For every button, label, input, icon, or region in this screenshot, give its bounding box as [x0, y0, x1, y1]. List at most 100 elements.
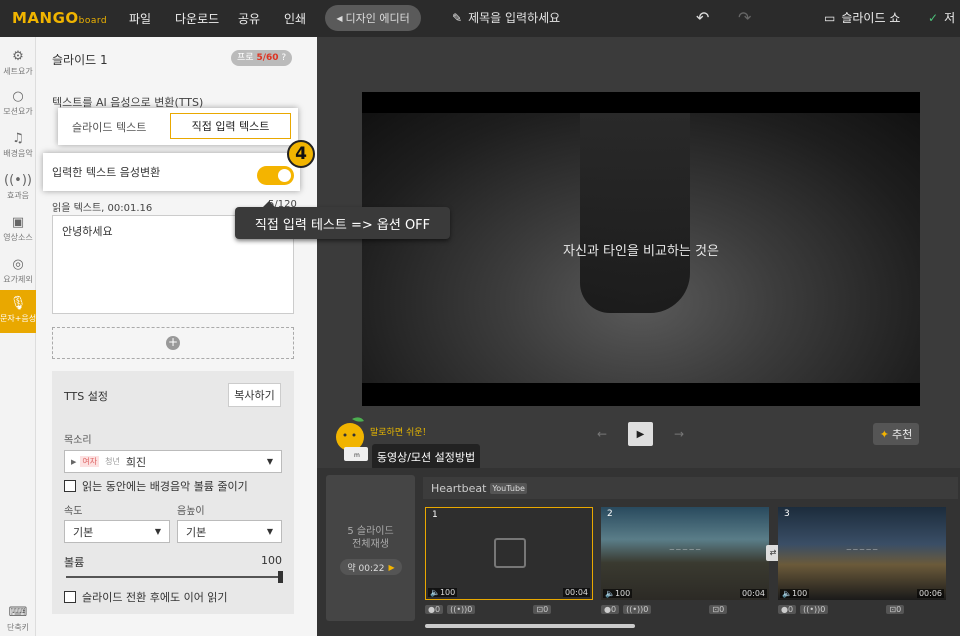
sidebar-label: 효과음 — [6, 191, 30, 200]
tts-indicator[interactable]: ((•))0 — [800, 605, 829, 614]
play-icon: ▶ — [388, 562, 395, 572]
mascot-caption: 말로하면 쉬운! — [370, 428, 427, 438]
motion-guide-button[interactable]: 동영상/모션 설정방법 — [372, 444, 480, 470]
pencil-icon: ✎ — [452, 10, 463, 25]
slideshow-button[interactable]: ▭ 슬라이드 쇼 — [824, 9, 900, 26]
tts-count: 0 — [820, 605, 826, 614]
sidebar-item-bgm[interactable]: ♫ 배경음악 — [0, 125, 36, 165]
tab-slide-text[interactable]: 슬라이드 텍스트 — [72, 119, 146, 135]
sidebar-item-exclude[interactable]: ◎ 요가제외 — [0, 251, 36, 291]
slide-controls: ●0 ((•))0 ⊡0 — [601, 605, 728, 614]
sidebar-item-text-voice[interactable]: 🎙 문자+음성 — [0, 290, 36, 333]
caret-down-icon: ▼ — [266, 527, 273, 536]
voice-tag-age: 청년 — [105, 457, 120, 466]
sidebar-item-video[interactable]: ▣ 영상소스 — [0, 209, 36, 249]
annotation-tooltip: 직접 입력 테스트 => 옵션 OFF — [235, 201, 450, 239]
thumbnail-subtitle: — — — — — — [669, 547, 701, 553]
volume-slider-track[interactable] — [66, 576, 280, 578]
sidebar-item-shortcuts[interactable]: ⌨ 단축키 — [0, 599, 36, 636]
design-editor-button[interactable]: ◀ 디자인 에디터 — [325, 5, 421, 31]
continue-reading-label: 슬라이드 전환 후에도 이어 읽기 — [82, 591, 228, 604]
tts-indicator[interactable]: ((•))0 — [623, 605, 652, 614]
sidebar-item-sfx[interactable]: ((•)) 효과음 — [0, 167, 36, 207]
play-all-count: 5 슬라이드 — [347, 526, 394, 537]
gear-icon: ⚙ — [12, 49, 24, 64]
tab-direct-text[interactable]: 직접 입력 텍스트 — [170, 113, 291, 139]
play-all-text: 5 슬라이드전체재생 — [326, 525, 415, 551]
icon-sidebar: ⚙ 세트요가 ○ 모션요가 ♫ 배경음악 ((•)) 효과음 ▣ 영상소스 ◎ 요가제외 🎙… — [0, 37, 36, 636]
save-label: 저 — [944, 11, 956, 25]
menu-file[interactable]: 파일 — [129, 10, 151, 27]
voice-tag-female: 여자 — [80, 456, 100, 467]
play-button[interactable]: ▶ — [628, 422, 653, 446]
sidebar-label: 배경음악 — [3, 149, 33, 158]
copy-button[interactable]: 복사하기 — [228, 383, 281, 407]
save-button[interactable]: ✓ 저 — [928, 9, 955, 26]
logo-sub: board — [78, 16, 108, 26]
menu-download[interactable]: 다운로드 — [175, 10, 219, 27]
voice-label: 목소리 — [64, 435, 92, 446]
slide-controls: ●0 ((•))0 ⊡0 — [425, 605, 552, 614]
add-text-button[interactable]: + — [52, 327, 294, 359]
next-arrow-icon[interactable]: → — [674, 427, 684, 441]
help-icon[interactable]: ? — [281, 53, 286, 63]
slide-thumbnail[interactable]: 1 🔈100 00:04 — [425, 507, 593, 600]
timeline-scrollbar[interactable] — [425, 624, 635, 628]
undo-icon[interactable]: ↶ — [696, 8, 709, 27]
effect-toggle[interactable]: ●0 — [778, 605, 797, 614]
menu-print[interactable]: 인쇄 — [284, 10, 306, 27]
speed-select[interactable]: 기본 ▼ — [64, 520, 170, 543]
slide-volume[interactable]: 🔈100 — [428, 588, 458, 597]
slide-thumbnail[interactable]: 2 — — — — — 🔈100 00:04 — [601, 507, 769, 600]
continue-reading-checkbox[interactable]: 슬라이드 전환 후에도 이어 읽기 — [64, 589, 228, 605]
play-icon[interactable]: ▶ — [71, 458, 76, 466]
transition-count: 0 — [719, 605, 725, 614]
tts-indicator[interactable]: ((•))0 — [447, 605, 476, 614]
pitch-select[interactable]: 기본 ▼ — [177, 520, 282, 543]
transition-count: 0 — [543, 605, 549, 614]
effect-toggle[interactable]: ●0 — [601, 605, 620, 614]
slide-number: 3 — [784, 509, 790, 519]
tts-count: 0 — [467, 605, 473, 614]
effect-toggle[interactable]: ●0 — [425, 605, 444, 614]
slide-volume[interactable]: 🔈100 — [603, 589, 633, 598]
prev-arrow-icon[interactable]: ← — [597, 427, 607, 441]
slide-thumbnail[interactable]: 3 — — — — — 🔈100 00:06 — [778, 507, 946, 600]
voice-select[interactable]: ▶ 여자 청년 희진 ▼ — [64, 450, 282, 473]
play-all-duration[interactable]: 약 00:22 ▶ — [340, 559, 402, 575]
checkbox-box[interactable] — [64, 591, 76, 603]
video-subtitle[interactable]: 자신과 타인을 비교하는 것은 — [362, 240, 920, 259]
voice-name: 희진 — [125, 455, 147, 469]
plus-icon: + — [166, 335, 180, 350]
caret-down-icon: ▼ — [266, 457, 273, 466]
mangoboard-logo[interactable]: MANGOboard — [12, 9, 107, 27]
effect-count: 0 — [610, 605, 617, 614]
redo-icon[interactable]: ↷ — [738, 8, 751, 27]
sidebar-item-motion[interactable]: ○ 모션요가 — [0, 83, 36, 123]
empty-video-icon — [494, 538, 526, 568]
bgm-duck-checkbox[interactable]: 읽는 동안에는 배경음악 볼륨 줄이기 — [64, 478, 248, 494]
sidebar-label: 영상소스 — [3, 233, 33, 242]
slide-volume-value: 100 — [614, 589, 631, 598]
title-input[interactable]: ✎ 제목을 입력하세요 — [452, 9, 560, 26]
checkbox-box[interactable] — [64, 480, 76, 492]
audio-name: Heartbeat — [431, 482, 487, 495]
audio-track-label: Heartbeat YouTube — [431, 482, 527, 495]
menu-share[interactable]: 공유 — [238, 10, 260, 27]
transition-indicator[interactable]: ⊡0 — [709, 605, 728, 614]
keyboard-icon: ⌨ — [8, 605, 28, 620]
speed-label: 속도 — [64, 506, 83, 517]
target-icon: ◎ — [12, 257, 24, 272]
circle-icon: ○ — [12, 89, 24, 104]
slide-volume[interactable]: 🔈100 — [780, 589, 810, 598]
sidebar-item-set[interactable]: ⚙ 세트요가 — [0, 43, 36, 83]
transition-indicator[interactable]: ⊡0 — [533, 605, 552, 614]
transition-indicator[interactable]: ⊡0 — [886, 605, 905, 614]
film-icon: ▣ — [11, 215, 25, 230]
tts-toggle-label: 입력한 텍스트 음성변환 — [52, 166, 161, 179]
play-all-label: 전체재생 — [352, 539, 389, 550]
tts-toggle-switch[interactable] — [257, 166, 294, 185]
volume-slider-handle[interactable] — [278, 571, 283, 583]
design-editor-label: 디자인 에디터 — [345, 12, 410, 25]
recommend-button[interactable]: ✦ 추천 — [873, 423, 919, 445]
